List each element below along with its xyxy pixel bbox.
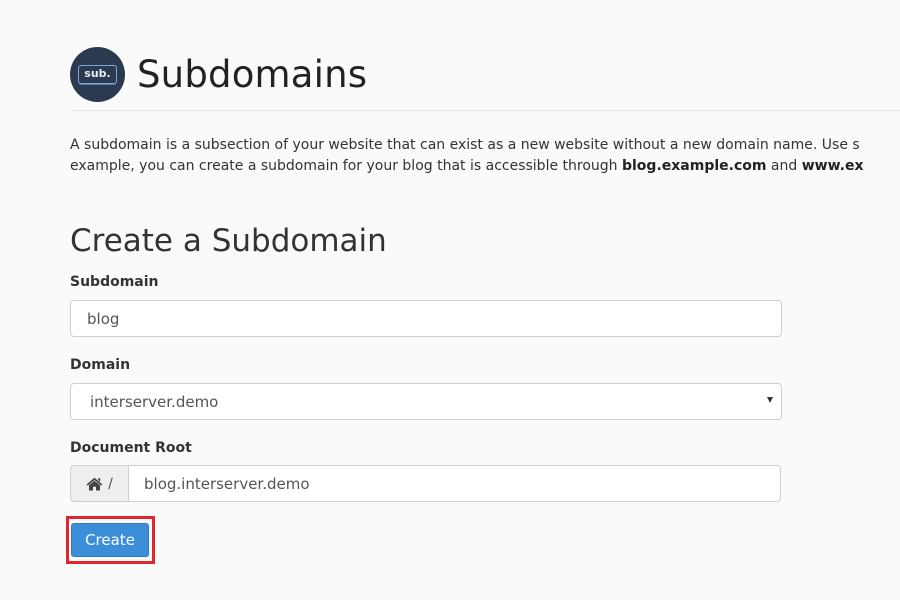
- header-divider: [70, 110, 900, 111]
- domain-label: Domain: [70, 357, 131, 373]
- page-header: sub. Subdomains: [70, 47, 367, 102]
- intro-example-domain: www.ex: [801, 158, 864, 174]
- intro-line-2-mid: and: [766, 158, 802, 174]
- domain-select-value: interserver.demo: [90, 392, 219, 411]
- intro-line-2-prefix: example, you can create a subdomain for …: [70, 158, 622, 174]
- document-root-input[interactable]: blog.interserver.demo: [128, 465, 781, 502]
- subdomains-page: sub. Subdomains A subdomain is a subsect…: [66, 0, 900, 600]
- document-root-slash: /: [108, 475, 113, 492]
- home-icon: [86, 477, 103, 490]
- document-root-input-value: blog.interserver.demo: [144, 474, 310, 493]
- domain-select[interactable]: interserver.demo: [70, 383, 782, 420]
- intro-line-2: example, you can create a subdomain for …: [70, 156, 900, 177]
- document-root-prefix: /: [70, 465, 128, 502]
- document-root-label: Document Root: [70, 440, 192, 456]
- page-title: Subdomains: [137, 53, 368, 96]
- subdomain-input[interactable]: blog: [70, 300, 782, 337]
- intro-line-1: A subdomain is a subsection of your webs…: [70, 137, 860, 153]
- subdomain-label: Subdomain: [70, 274, 159, 290]
- subdomains-logo-icon: sub.: [70, 47, 125, 102]
- create-subdomain-heading: Create a Subdomain: [70, 223, 387, 259]
- intro-example-subdomain: blog.example.com: [621, 158, 767, 174]
- dropdown-caret-icon: [767, 397, 773, 403]
- intro-text: A subdomain is a subsection of your webs…: [70, 135, 900, 177]
- subdomain-input-value: blog: [87, 309, 120, 328]
- document-root-group: / blog.interserver.demo: [70, 465, 781, 502]
- create-button[interactable]: Create: [71, 523, 149, 557]
- logo-text: sub.: [78, 65, 117, 84]
